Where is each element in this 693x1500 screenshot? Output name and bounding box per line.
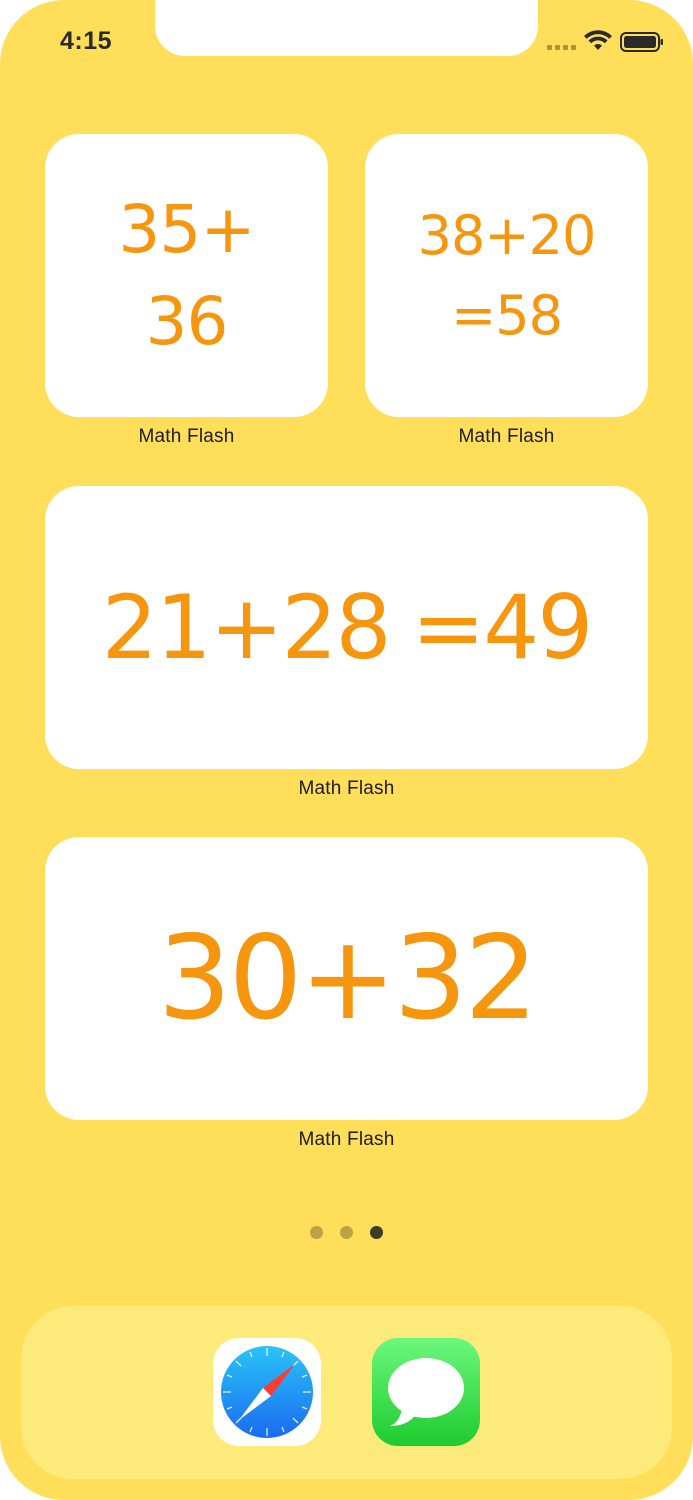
widget-label: Math Flash: [458, 426, 555, 447]
home-screen: 4:15 35+ 36 Math Flash 38+20 =58 Math Fl…: [0, 0, 693, 1500]
widget-label: Math Flash: [138, 426, 235, 447]
page-indicator[interactable]: [310, 1226, 383, 1239]
status-time: 4:15: [60, 27, 113, 55]
equation-text: 35+ 36: [118, 184, 255, 368]
dock: [21, 1306, 672, 1479]
safari-compass-icon: [221, 1346, 313, 1438]
equation-line-1: 35+: [118, 190, 255, 268]
widget-label: Math Flash: [298, 1129, 395, 1150]
page-dot[interactable]: [310, 1226, 323, 1239]
math-flash-widget-small[interactable]: 35+ 36: [45, 134, 328, 417]
equation-text: 21+28 =49: [101, 576, 593, 679]
wifi-icon: [584, 30, 612, 50]
math-flash-widget-medium[interactable]: 30+32: [45, 837, 648, 1120]
messages-app-icon[interactable]: [372, 1338, 480, 1446]
cellular-signal-icon: [547, 45, 576, 50]
math-flash-widget-small[interactable]: 38+20 =58: [365, 134, 648, 417]
equation-line-2: 36: [145, 282, 229, 360]
page-dot[interactable]: [340, 1226, 353, 1239]
widget-label: Math Flash: [298, 778, 395, 799]
equation-text: 30+32: [157, 911, 538, 1046]
equation-line-2: =58: [451, 283, 563, 347]
safari-app-icon[interactable]: [213, 1338, 321, 1446]
equation-text: 38+20 =58: [417, 196, 597, 356]
page-dot-active[interactable]: [370, 1226, 383, 1239]
speech-bubble-icon: [388, 1358, 464, 1426]
equation-left: 21+28: [101, 576, 392, 679]
equation-line-1: 38+20: [417, 203, 597, 267]
battery-icon: [620, 32, 663, 52]
math-flash-widget-medium[interactable]: 21+28 =49: [45, 486, 648, 769]
notch: [155, 0, 538, 56]
equation-right: =49: [411, 576, 593, 679]
